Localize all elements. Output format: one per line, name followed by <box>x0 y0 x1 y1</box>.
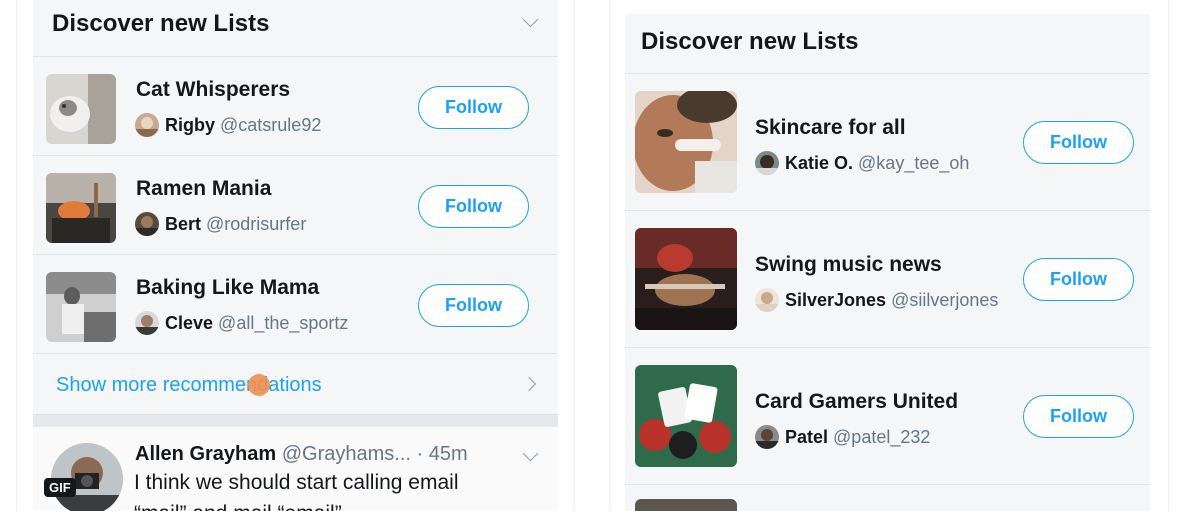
avatar <box>135 212 159 236</box>
list-owner: Patel @patel_232 <box>755 425 930 449</box>
list-name[interactable]: Cat Whisperers <box>136 78 290 102</box>
list-name[interactable]: Swing music news <box>755 253 942 277</box>
list-item[interactable]: Card Gamers United Patel @patel_232 Foll… <box>625 348 1150 485</box>
chevron-down-icon[interactable] <box>522 11 539 28</box>
avatar[interactable] <box>51 443 123 511</box>
list-image <box>46 272 116 342</box>
section-title: Discover new Lists <box>641 28 859 55</box>
owner-name: Bert <box>165 213 202 234</box>
follow-button[interactable]: Follow <box>1023 121 1134 164</box>
owner-handle: @rodrisurfer <box>206 213 307 234</box>
chevron-down-icon[interactable] <box>522 445 539 462</box>
list-name[interactable]: Skincare for all <box>755 116 906 140</box>
tweet-time: · 45m <box>416 443 468 465</box>
right-frame-edge <box>609 0 610 511</box>
owner-handle: @patel_232 <box>833 426 931 447</box>
follow-button[interactable]: Follow <box>1023 258 1134 301</box>
left-frame-edge-right <box>574 0 575 511</box>
list-item-partial <box>625 485 1150 511</box>
tweet-author[interactable]: Allen Grayham <box>135 443 276 465</box>
list-item[interactable]: Swing music news SilverJones @siilverjon… <box>625 211 1150 348</box>
section-title: Discover new Lists <box>52 10 270 37</box>
discover-header: Discover new Lists <box>33 0 558 57</box>
owner-handle: @all_the_sportz <box>218 312 349 333</box>
avatar <box>755 425 779 449</box>
follow-button[interactable]: Follow <box>418 284 529 327</box>
list-image <box>635 91 737 193</box>
tweet-header: Allen Grayham @Grayhams... · 45m <box>135 443 468 466</box>
list-item[interactable]: Skincare for all Katie O. @kay_tee_oh Fo… <box>625 74 1150 211</box>
list-name[interactable]: Card Gamers United <box>755 390 958 414</box>
list-owner: SilverJones @siilverjones <box>755 288 998 312</box>
left-discover-panel: Discover new Lists Cat Whisperers Rigby … <box>33 0 558 511</box>
section-separator <box>33 414 558 427</box>
list-image <box>46 173 116 243</box>
avatar <box>135 311 159 335</box>
tweet-text: I think we should start calling email <box>134 471 459 494</box>
tweet[interactable]: GIF Allen Grayham @Grayhams... · 45m I t… <box>33 427 558 511</box>
gif-badge: GIF <box>44 478 76 497</box>
list-owner: Bert @rodrisurfer <box>135 212 306 236</box>
follow-button[interactable]: Follow <box>1023 395 1134 438</box>
list-image <box>635 499 737 511</box>
list-image <box>635 228 737 330</box>
avatar <box>135 113 159 137</box>
list-name[interactable]: Ramen Mania <box>136 177 271 201</box>
follow-button[interactable]: Follow <box>418 86 529 129</box>
chevron-right-icon <box>521 376 537 392</box>
follow-button[interactable]: Follow <box>418 185 529 228</box>
list-owner: Katie O. @kay_tee_oh <box>755 151 969 175</box>
owner-name: Katie O. <box>785 152 854 173</box>
show-more-row[interactable]: Show more recommendations <box>33 354 558 414</box>
owner-handle: @kay_tee_oh <box>858 152 970 173</box>
owner-name: Patel <box>785 426 829 447</box>
show-more-link[interactable]: Show more recommendations <box>56 374 322 397</box>
left-frame-edge <box>16 0 17 511</box>
list-image <box>46 74 116 144</box>
touch-indicator <box>248 374 270 396</box>
discover-header: Discover new Lists <box>625 14 1150 74</box>
right-frame-edge-right <box>1168 0 1169 511</box>
owner-name: Rigby <box>165 114 216 135</box>
list-item[interactable]: Cat Whisperers Rigby @catsrule92 Follow <box>33 57 558 156</box>
list-image <box>635 365 737 467</box>
owner-name: Cleve <box>165 312 214 333</box>
owner-handle: @siilverjones <box>891 289 999 310</box>
tweet-handle: @Grayhams... <box>281 443 411 465</box>
list-item[interactable]: Ramen Mania Bert @rodrisurfer Follow <box>33 156 558 255</box>
owner-name: SilverJones <box>785 289 887 310</box>
right-discover-panel: Discover new Lists Skincare for all Kati… <box>625 14 1150 511</box>
list-owner: Rigby @catsrule92 <box>135 113 321 137</box>
list-owner: Cleve @all_the_sportz <box>135 311 348 335</box>
owner-handle: @catsrule92 <box>220 114 322 135</box>
list-name[interactable]: Baking Like Mama <box>136 276 319 300</box>
avatar <box>755 151 779 175</box>
avatar <box>755 288 779 312</box>
tweet-text-continued: “mail” and mail “email” <box>134 502 342 511</box>
list-item[interactable]: Baking Like Mama Cleve @all_the_sportz F… <box>33 255 558 354</box>
